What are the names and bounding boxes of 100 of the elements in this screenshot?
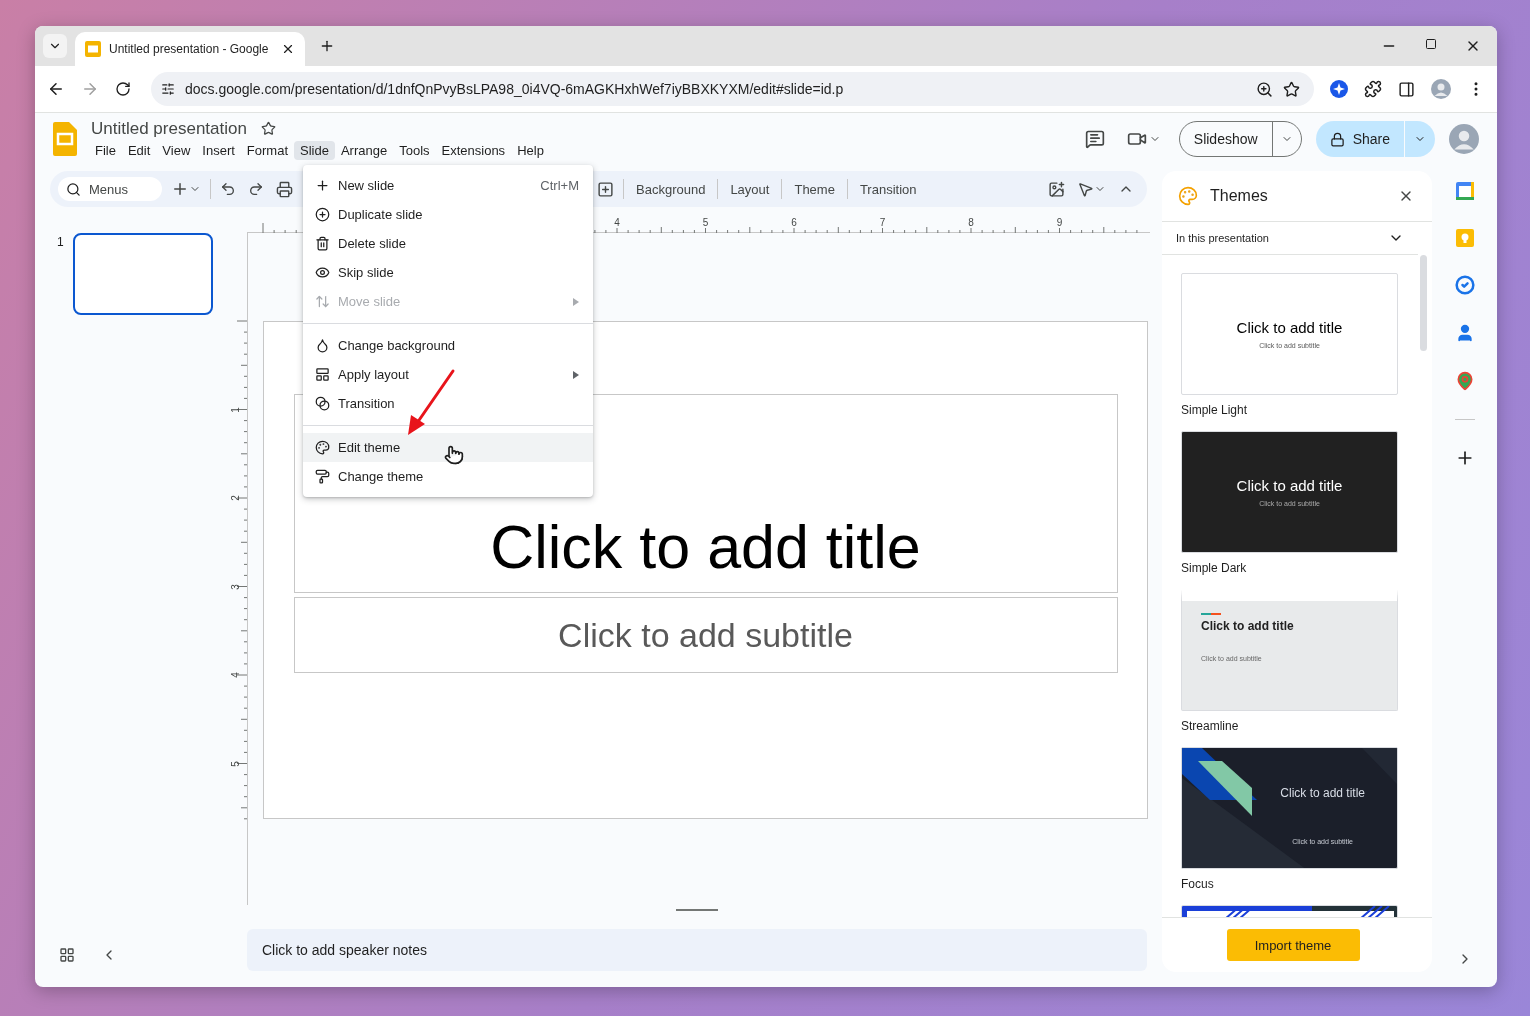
palette-icon [1178, 186, 1198, 206]
ruler-number: 4 [613, 217, 621, 228]
shortcut-label: Ctrl+M [540, 178, 579, 193]
toolbar-button[interactable]: Transition [853, 178, 923, 200]
puzzle-icon[interactable] [1364, 80, 1382, 98]
palette-icon [315, 440, 330, 455]
close-icon[interactable] [281, 42, 295, 56]
tasks-icon[interactable] [1454, 275, 1475, 295]
slide-thumbnail[interactable] [72, 233, 213, 315]
back-icon[interactable] [47, 80, 65, 98]
ruler-number: 2 [230, 495, 242, 501]
menu-option[interactable]: Delete slide [303, 229, 593, 258]
slides-icon [85, 41, 101, 57]
preview-title: Click to add title [1236, 319, 1343, 336]
grid-view-icon[interactable] [59, 947, 75, 963]
import-theme-button[interactable]: Import theme [1226, 929, 1360, 961]
plus-icon [319, 38, 335, 54]
toolbar-button[interactable]: Background [630, 178, 712, 200]
corner-shape [1362, 748, 1397, 786]
ruler-number: 5 [701, 217, 710, 228]
trash-icon [315, 236, 330, 251]
ruler-number: 6 [790, 217, 798, 228]
ruler-number: 1 [230, 406, 242, 413]
undo-icon [220, 181, 236, 197]
search-label: Menus [89, 181, 129, 197]
plus-icon [315, 178, 330, 193]
calendar-icon[interactable] [1454, 181, 1475, 201]
menu-item[interactable]: Tools [393, 140, 436, 160]
menu-item[interactable]: Edit [121, 140, 157, 160]
menu-option-label: Apply layout [338, 367, 410, 382]
menu-option[interactable]: Edit theme [303, 433, 593, 462]
menu-option[interactable]: Apply layout [303, 360, 593, 389]
zoom-icon[interactable] [1256, 80, 1273, 98]
menu-option-label: Duplicate slide [338, 207, 424, 222]
site-settings-icon[interactable] [161, 82, 175, 96]
panel-title: Themes [1210, 187, 1269, 205]
menu-item[interactable]: View [156, 140, 197, 160]
forward-icon[interactable] [81, 80, 99, 98]
speaker-notes-field[interactable]: Click to add speaker notes [247, 929, 1147, 971]
menus-search-field[interactable]: Menus [58, 177, 162, 201]
browser-tab[interactable]: Untitled presentation - Google [75, 32, 305, 66]
menu-item[interactable]: Arrange [334, 140, 394, 160]
menu-option-label: New slide [338, 178, 396, 193]
menu-option-label: Change background [338, 338, 457, 353]
menu-option-label: Change theme [338, 469, 425, 484]
menu-option[interactable]: Change theme [303, 462, 593, 491]
toolbar-button[interactable]: Layout [724, 178, 776, 200]
ruler-number: 8 [967, 217, 975, 228]
tab-title: Untitled presentation - Google [109, 42, 270, 56]
plus-icon [171, 180, 189, 198]
extension-icon[interactable] [1330, 80, 1348, 98]
scrollbar[interactable] [1420, 255, 1427, 351]
ruler-number: 5 [230, 760, 242, 767]
menu-option[interactable]: Change background [303, 331, 593, 360]
maximize-icon[interactable] [1425, 38, 1437, 50]
ruler-number: 3 [230, 583, 242, 590]
reload-icon[interactable] [115, 81, 131, 97]
theme-name: Simple Light [1181, 403, 1248, 417]
preview-title: Click to add title [1201, 619, 1294, 633]
preview-title: Click to add title [1236, 477, 1343, 494]
menu-item[interactable]: File [89, 140, 122, 160]
pointer-icon [1077, 180, 1094, 198]
comment-icon [1084, 129, 1105, 149]
star-icon[interactable] [1283, 80, 1300, 98]
ruler-number: 7 [878, 217, 887, 228]
url-text: docs.google.com/presentation/d/1dnfQnPvyBsLPA98_0i4VQ-6mAGKHxhWef7iyBBXKYXM/edit#slide=id.p [185, 81, 845, 97]
menu-item[interactable]: Insert [196, 140, 241, 160]
arrows-icon [315, 294, 330, 309]
menu-item[interactable]: Extensions [435, 140, 512, 160]
ruler-number: 9 [1055, 217, 1064, 228]
hand-cursor-icon [444, 445, 464, 465]
paint-roller-icon [315, 469, 330, 484]
menu-option-label: Skip slide [338, 265, 395, 280]
square-plus-icon [597, 180, 614, 198]
subtitle-placeholder[interactable]: Click to add subtitle [293, 597, 1118, 673]
tab-search-button[interactable] [43, 34, 67, 58]
search-icon [66, 181, 81, 197]
menu-item[interactable]: Format [240, 140, 294, 160]
ruler-number: 4 [230, 672, 242, 678]
overlap-icon [315, 396, 330, 411]
menu-item[interactable]: Slide [294, 140, 335, 160]
document-title[interactable]: Untitled presentation [89, 118, 247, 139]
menu-option[interactable]: Skip slide [303, 258, 593, 287]
menu-option-label: Transition [338, 396, 396, 411]
theme-name: Simple Dark [1181, 561, 1247, 575]
toolbar-button[interactable]: Theme [788, 178, 841, 200]
star-icon[interactable] [260, 121, 276, 136]
menu-option[interactable]: Duplicate slide [303, 200, 593, 229]
eye-icon [315, 265, 330, 280]
image-plus-icon [1048, 180, 1065, 198]
lock-icon [1329, 131, 1345, 147]
address-field[interactable]: docs.google.com/presentation/d/1dnfQnPvyBsLPA98_0i4VQ-6mAGKHxhWef7iyBBXKYXM/edit#slide=id.p [151, 72, 1314, 106]
menu-option-label: Move slide [338, 294, 402, 309]
menu-option-label: Delete slide [338, 236, 407, 251]
accent-line [1201, 613, 1221, 615]
menu-option[interactable]: New slide Ctrl+M [303, 171, 593, 200]
theme-name: Streamline [1181, 719, 1239, 733]
menu-item[interactable]: Help [511, 140, 550, 160]
resize-handle[interactable] [676, 909, 718, 911]
side-panel-icon[interactable] [1398, 80, 1415, 98]
